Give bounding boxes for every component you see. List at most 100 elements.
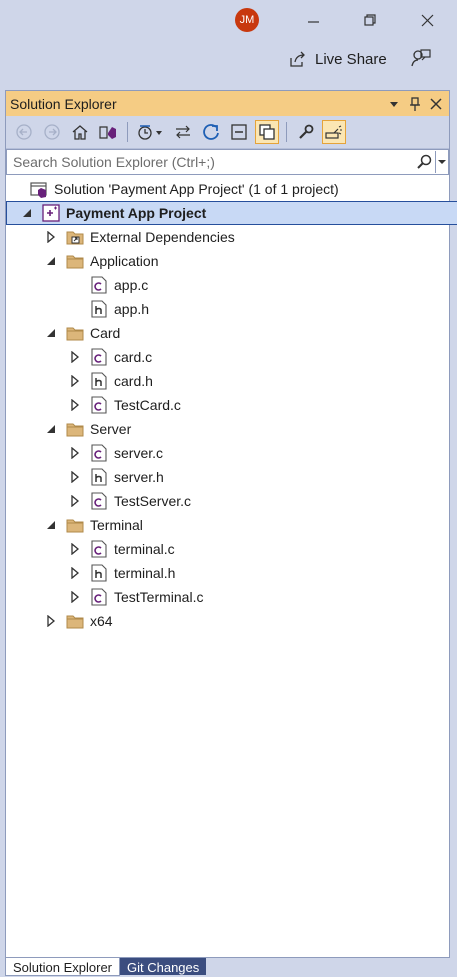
tree-item-label: x64 bbox=[90, 613, 113, 629]
tab-git-changes[interactable]: Git Changes bbox=[120, 958, 207, 975]
tree-item[interactable]: Solution 'Payment App Project' (1 of 1 p… bbox=[6, 177, 457, 201]
tree-item[interactable]: server.h bbox=[6, 465, 457, 489]
tree-item[interactable]: Server bbox=[6, 417, 457, 441]
tree-item-label: server.c bbox=[114, 445, 164, 461]
expand-arrow-icon[interactable] bbox=[44, 614, 58, 628]
refresh-icon[interactable] bbox=[199, 120, 223, 144]
tree-item[interactable]: Payment App Project bbox=[6, 201, 457, 225]
search-icon[interactable] bbox=[413, 151, 435, 173]
home-icon[interactable] bbox=[68, 120, 92, 144]
expand-arrow-icon[interactable] bbox=[68, 566, 82, 580]
tree-item-label: card.h bbox=[114, 373, 153, 389]
expand-arrow-icon[interactable] bbox=[68, 350, 82, 364]
tree-item-label: terminal.c bbox=[114, 541, 175, 557]
tree-item[interactable]: x64 bbox=[6, 609, 457, 633]
panel-title: Solution Explorer bbox=[10, 95, 117, 112]
pin-icon[interactable] bbox=[406, 95, 424, 113]
expand-arrow-icon[interactable] bbox=[68, 590, 82, 604]
show-all-files-icon[interactable] bbox=[255, 120, 279, 144]
tab-solution-explorer[interactable]: Solution Explorer bbox=[5, 958, 120, 976]
properties-icon[interactable] bbox=[294, 120, 318, 144]
tree-item-label: Solution 'Payment App Project' (1 of 1 p… bbox=[54, 181, 339, 197]
h-file-icon bbox=[90, 300, 108, 318]
project-icon bbox=[42, 204, 60, 222]
tree-item[interactable]: External Dependencies bbox=[6, 225, 457, 249]
collapse-arrow-icon[interactable] bbox=[20, 206, 34, 220]
live-share-button[interactable]: Live Share bbox=[288, 47, 387, 71]
search-input[interactable] bbox=[7, 154, 413, 170]
restore-icon[interactable] bbox=[358, 8, 382, 32]
minimize-icon[interactable] bbox=[301, 8, 325, 32]
folder-icon bbox=[66, 324, 84, 342]
tree-item[interactable]: TestTerminal.c bbox=[6, 585, 457, 609]
h-file-icon bbox=[90, 372, 108, 390]
pending-changes-filter-icon[interactable] bbox=[135, 120, 167, 144]
tree-item-label: app.c bbox=[114, 277, 149, 293]
tree-item-label: card.c bbox=[114, 349, 153, 365]
search-options-dropdown-icon[interactable] bbox=[435, 151, 448, 173]
bottom-tab-strip: Solution Explorer Git Changes bbox=[5, 958, 207, 976]
collapse-arrow-icon[interactable] bbox=[44, 254, 58, 268]
folder-icon bbox=[66, 420, 84, 438]
expand-arrow-icon[interactable] bbox=[68, 470, 82, 484]
c-file-icon bbox=[90, 348, 108, 366]
h-file-icon bbox=[90, 468, 108, 486]
collapse-all-icon[interactable] bbox=[227, 120, 251, 144]
tree-item[interactable]: terminal.c bbox=[6, 537, 457, 561]
tree-item-label: TestCard.c bbox=[114, 397, 181, 413]
close-icon[interactable] bbox=[427, 95, 445, 113]
c-file-icon bbox=[90, 492, 108, 510]
c-file-icon bbox=[90, 540, 108, 558]
tree-item[interactable]: app.c bbox=[6, 273, 457, 297]
tree-item[interactable]: Card bbox=[6, 321, 457, 345]
expand-arrow-icon[interactable] bbox=[68, 494, 82, 508]
c-file-icon bbox=[90, 588, 108, 606]
external-deps-icon bbox=[66, 228, 84, 246]
folder-icon bbox=[66, 516, 84, 534]
tree-item[interactable]: Terminal bbox=[6, 513, 457, 537]
forward-icon[interactable] bbox=[40, 120, 64, 144]
back-icon[interactable] bbox=[12, 120, 36, 144]
expand-arrow-icon[interactable] bbox=[68, 542, 82, 556]
expand-arrow-icon[interactable] bbox=[44, 230, 58, 244]
sync-icon[interactable] bbox=[171, 120, 195, 144]
tree-item-label: Payment App Project bbox=[66, 205, 207, 221]
tree-item-label: terminal.h bbox=[114, 565, 176, 581]
collapse-arrow-icon[interactable] bbox=[44, 422, 58, 436]
solution-explorer-toolbar bbox=[6, 116, 449, 149]
tree-item[interactable]: Application bbox=[6, 249, 457, 273]
tree-item[interactable]: terminal.h bbox=[6, 561, 457, 585]
tree-item-label: Server bbox=[90, 421, 132, 437]
tree-item-label: Terminal bbox=[90, 517, 143, 533]
tree-item[interactable]: card.h bbox=[6, 369, 457, 393]
tree-item-label: app.h bbox=[114, 301, 150, 317]
tree-item[interactable]: app.h bbox=[6, 297, 457, 321]
folder-icon bbox=[66, 612, 84, 630]
tree-item[interactable]: server.c bbox=[6, 441, 457, 465]
c-file-icon bbox=[90, 396, 108, 414]
live-share-icon bbox=[290, 51, 305, 67]
tree-item-label: TestTerminal.c bbox=[114, 589, 204, 605]
tree-item-label: Card bbox=[90, 325, 121, 341]
c-file-icon bbox=[90, 276, 108, 294]
expand-arrow-icon[interactable] bbox=[68, 398, 82, 412]
preview-selected-icon[interactable] bbox=[322, 120, 346, 144]
collapse-arrow-icon[interactable] bbox=[44, 326, 58, 340]
panel-header: Solution Explorer bbox=[6, 91, 449, 116]
tree-item-label: External Dependencies bbox=[90, 229, 235, 245]
account-avatar[interactable]: JM bbox=[235, 8, 259, 32]
expand-arrow-icon[interactable] bbox=[68, 446, 82, 460]
tree-item[interactable]: card.c bbox=[6, 345, 457, 369]
tree-item[interactable]: TestServer.c bbox=[6, 489, 457, 513]
feedback-icon[interactable] bbox=[410, 47, 432, 69]
switch-views-icon[interactable] bbox=[96, 120, 120, 144]
tree-item-label: TestServer.c bbox=[114, 493, 192, 509]
collapse-arrow-icon[interactable] bbox=[44, 518, 58, 532]
dropdown-icon[interactable] bbox=[385, 95, 403, 113]
tree-item-label: server.h bbox=[114, 469, 164, 485]
expand-arrow-icon[interactable] bbox=[68, 374, 82, 388]
folder-icon bbox=[66, 252, 84, 270]
close-icon[interactable] bbox=[416, 8, 440, 32]
tree-item[interactable]: TestCard.c bbox=[6, 393, 457, 417]
